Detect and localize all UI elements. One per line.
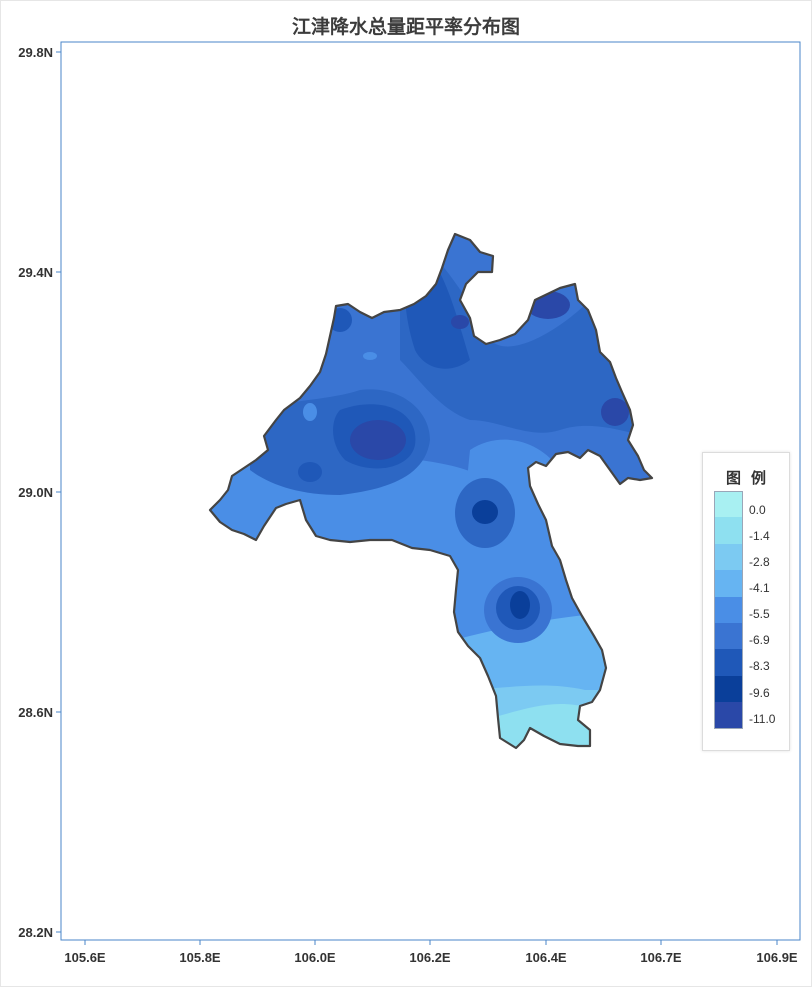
legend-label: -1.4 <box>749 528 770 543</box>
x-tick-label: 106.7E <box>640 950 682 965</box>
legend-swatch <box>714 675 743 703</box>
legend-swatch <box>714 596 743 623</box>
contour-zone <box>510 591 530 619</box>
contour-zone <box>210 459 490 748</box>
legend-label: -4.1 <box>749 580 770 595</box>
y-tick-label: 29.8N <box>18 45 53 60</box>
x-tick-label: 105.6E <box>64 950 106 965</box>
legend-swatch <box>714 491 743 518</box>
x-tick-label: 106.9E <box>756 950 798 965</box>
legend-swatch <box>714 702 743 729</box>
y-tick-label: 28.2N <box>18 925 53 940</box>
legend-label: -9.6 <box>749 685 770 700</box>
x-tick-label: 106.0E <box>294 950 336 965</box>
x-axis: 105.6E 105.8E 106.0E 106.2E 106.4E 106.7… <box>64 940 798 965</box>
contour-zone <box>303 403 317 421</box>
legend-swatch <box>714 570 743 597</box>
legend-label: -8.3 <box>749 659 770 674</box>
y-tick-label: 29.0N <box>18 485 53 500</box>
legend: 图例 0.0 -1.4 -2.8 -4.1 -5.5 -6.9 -8.3 -9.6 -11.0 <box>702 452 790 751</box>
contour-zone <box>350 420 406 460</box>
legend-swatch <box>714 543 743 571</box>
y-tick-label: 29.4N <box>18 265 53 280</box>
legend-swatch <box>714 623 743 650</box>
contour-zone <box>472 500 498 524</box>
contour-zone <box>451 315 469 329</box>
x-tick-label: 105.8E <box>179 950 221 965</box>
legend-label: -11.0 <box>749 711 776 726</box>
contour-zone <box>298 462 322 482</box>
legend-label: -2.8 <box>749 554 770 569</box>
contour-zone <box>601 398 629 426</box>
x-tick-label: 106.4E <box>525 950 567 965</box>
legend-label: 0.0 <box>749 502 766 517</box>
map-plot: 29.8N 29.4N 29.0N 28.6N 28.2N 105.6E 105… <box>18 41 801 965</box>
legend-title: 图例 <box>725 469 776 487</box>
x-tick-label: 106.2E <box>409 950 451 965</box>
contour-zone <box>363 352 377 360</box>
y-axis: 29.8N 29.4N 29.0N 28.6N 28.2N <box>18 45 61 940</box>
legend-label: -5.5 <box>749 607 770 622</box>
legend-swatch <box>714 649 743 676</box>
y-tick-label: 28.6N <box>18 705 53 720</box>
legend-swatch <box>714 517 743 544</box>
legend-label: -6.9 <box>749 633 770 648</box>
